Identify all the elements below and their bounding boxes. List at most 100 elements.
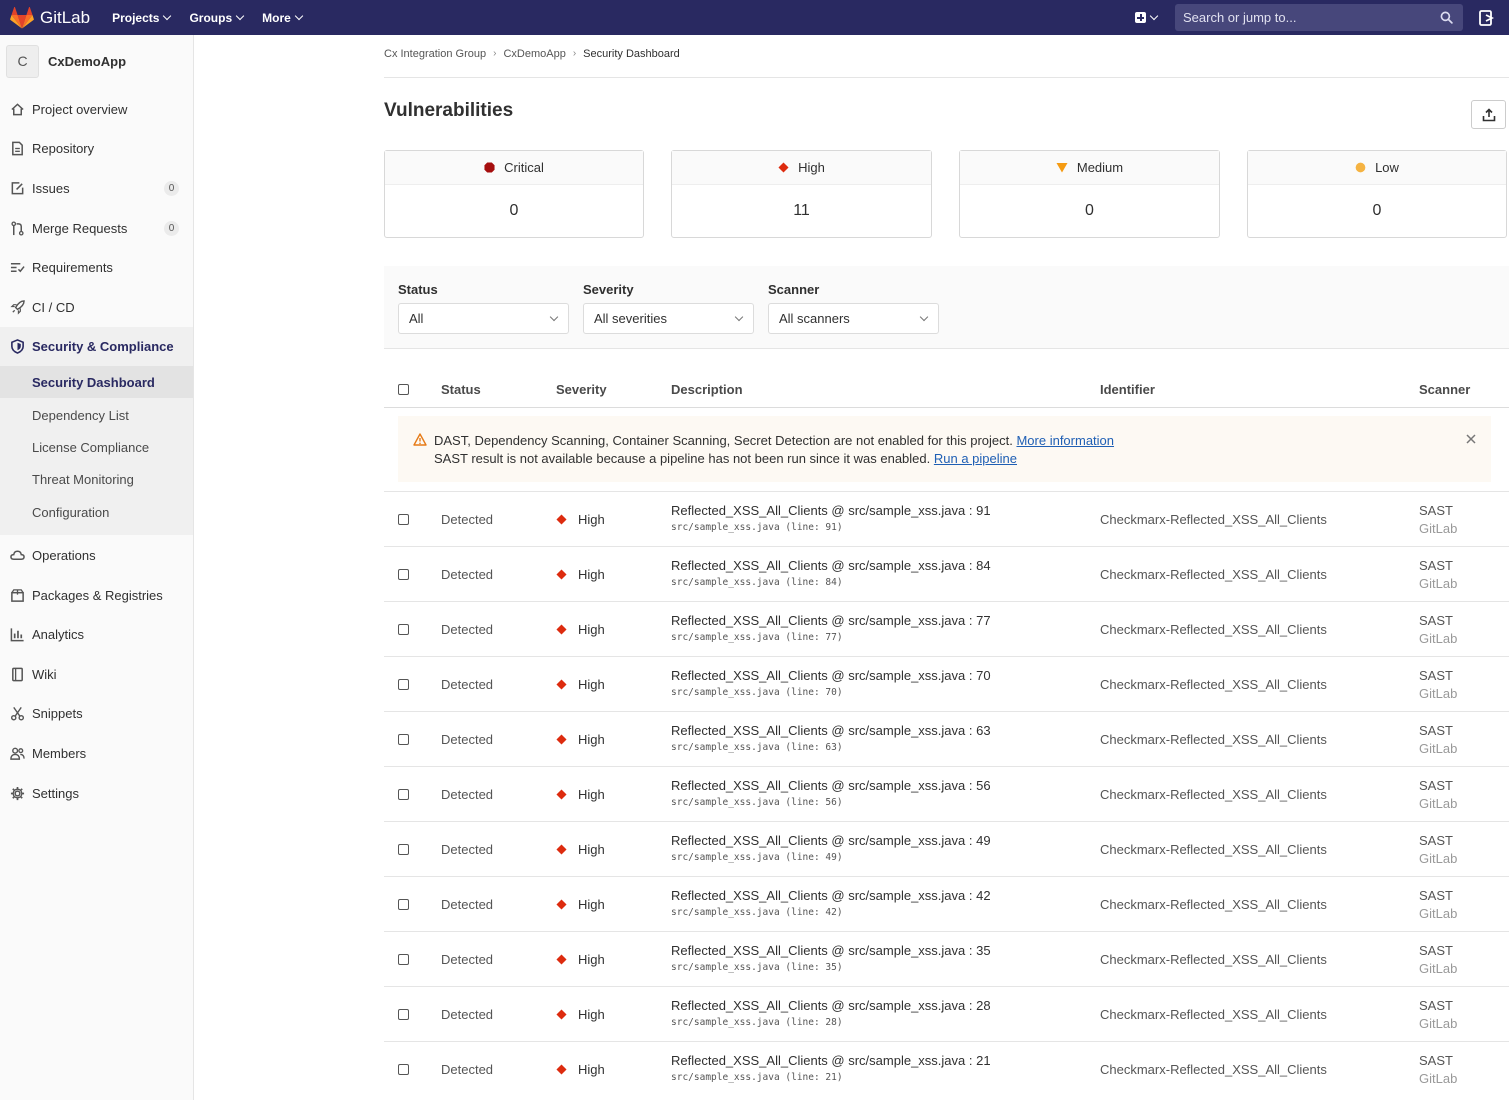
row-description-link[interactable]: Reflected_XSS_All_Clients @ src/sample_x… xyxy=(671,1053,991,1068)
more-information-link[interactable]: More information xyxy=(1016,433,1114,448)
sidebar-item-requirements[interactable]: Requirements xyxy=(0,249,193,285)
medium-severity-icon xyxy=(1056,163,1068,173)
requirements-icon xyxy=(10,262,25,272)
search-input[interactable] xyxy=(1183,10,1433,25)
breadcrumb-group[interactable]: Cx Integration Group xyxy=(384,48,486,60)
close-icon[interactable] xyxy=(1465,433,1477,445)
sidebar-item-label: Merge Requests xyxy=(32,220,128,236)
row-checkbox[interactable] xyxy=(398,624,409,635)
chevron-down-icon xyxy=(734,312,744,322)
sidebar-item-security-compliance[interactable]: Security & Compliance xyxy=(0,328,193,364)
row-description-link[interactable]: Reflected_XSS_All_Clients @ src/sample_x… xyxy=(671,503,991,518)
nav-more[interactable]: More xyxy=(262,11,304,25)
row-status: Detected xyxy=(441,897,494,912)
alert-text: SAST result is not available because a p… xyxy=(434,451,931,466)
sidebar-item-wiki[interactable]: Wiki xyxy=(0,656,193,692)
sidebar-item-ci-cd[interactable]: CI / CD xyxy=(0,289,193,325)
table-row[interactable]: Detected High Reflected_XSS_All_Clients @ … xyxy=(384,491,1509,546)
project-header[interactable]: C CxDemoApp xyxy=(0,35,193,87)
row-checkbox[interactable] xyxy=(398,899,409,910)
row-checkbox[interactable] xyxy=(398,1009,409,1020)
scanner-filter-dropdown[interactable]: All scanners xyxy=(768,303,939,334)
row-description-link[interactable]: Reflected_XSS_All_Clients @ src/sample_x… xyxy=(671,778,991,793)
table-row[interactable]: Detected High Reflected_XSS_All_Clients @ … xyxy=(384,601,1509,656)
row-description-link[interactable]: Reflected_XSS_All_Clients @ src/sample_x… xyxy=(671,833,991,848)
row-description-link[interactable]: Reflected_XSS_All_Clients @ src/sample_x… xyxy=(671,723,991,738)
row-severity-label: High xyxy=(578,952,605,967)
sidebar-item-settings[interactable]: Settings xyxy=(0,775,193,811)
doc-icon xyxy=(12,141,23,155)
issues-count-badge: 0 xyxy=(164,180,179,196)
row-checkbox[interactable] xyxy=(398,679,409,690)
nav-projects[interactable]: Projects xyxy=(112,11,172,25)
sidebar-item-label: Analytics xyxy=(32,626,85,642)
sidebar-item-issues[interactable]: Issues 0 xyxy=(0,170,193,206)
row-description-link[interactable]: Reflected_XSS_All_Clients @ src/sample_x… xyxy=(671,558,991,573)
table-row[interactable]: Detected High Reflected_XSS_All_Clients @ … xyxy=(384,986,1509,1041)
sidebar-item-snippets[interactable]: Snippets xyxy=(0,695,193,731)
chevron-down-icon xyxy=(549,312,559,322)
nav-groups[interactable]: Groups xyxy=(189,11,245,25)
sidebar-sub-configuration[interactable]: Configuration xyxy=(0,496,193,528)
users-icon xyxy=(10,747,25,760)
select-all-checkbox[interactable] xyxy=(398,384,409,395)
row-severity: High xyxy=(556,622,605,637)
breadcrumb-current[interactable]: Security Dashboard xyxy=(583,48,680,60)
row-description-link[interactable]: Reflected_XSS_All_Clients @ src/sample_x… xyxy=(671,943,991,958)
severity-filter-dropdown[interactable]: All severities xyxy=(583,303,754,334)
sidebar-item-merge-requests[interactable]: Merge Requests 0 xyxy=(0,210,193,246)
row-checkbox[interactable] xyxy=(398,789,409,800)
row-checkbox[interactable] xyxy=(398,1064,409,1075)
table-row[interactable]: Detected High Reflected_XSS_All_Clients @ … xyxy=(384,1041,1509,1096)
filter-label: Severity xyxy=(583,282,634,297)
breadcrumb-project[interactable]: CxDemoApp xyxy=(503,48,565,60)
sidebar-sub-dependency-list[interactable]: Dependency List xyxy=(0,399,193,431)
sidebar-item-label: Packages & Registries xyxy=(32,587,163,603)
row-checkbox[interactable] xyxy=(398,569,409,580)
row-checkbox[interactable] xyxy=(398,954,409,965)
table-row[interactable]: Detected High Reflected_XSS_All_Clients @ … xyxy=(384,876,1509,931)
run-pipeline-link[interactable]: Run a pipeline xyxy=(934,451,1017,466)
table-row[interactable]: Detected High Reflected_XSS_All_Clients @ … xyxy=(384,766,1509,821)
row-scanner-vendor: GitLab xyxy=(1419,576,1458,591)
sidebar-item-repository[interactable]: Repository xyxy=(0,130,193,166)
row-checkbox[interactable] xyxy=(398,844,409,855)
sidebar-item-members[interactable]: Members xyxy=(0,735,193,771)
sidebar-item-operations[interactable]: Operations xyxy=(0,537,193,573)
table-row[interactable]: Detected High Reflected_XSS_All_Clients @ … xyxy=(384,711,1509,766)
export-button[interactable] xyxy=(1471,100,1506,129)
gitlab-logo[interactable]: GitLab xyxy=(10,0,90,35)
table-row[interactable]: Detected High Reflected_XSS_All_Clients @ … xyxy=(384,546,1509,601)
table-header: Status Severity Description Identifier S… xyxy=(384,372,1509,408)
status-filter-dropdown[interactable]: All xyxy=(398,303,569,334)
row-description-link[interactable]: Reflected_XSS_All_Clients @ src/sample_x… xyxy=(671,888,991,903)
row-scanner: SAST xyxy=(1419,1053,1453,1068)
row-identifier: Checkmarx-Reflected_XSS_All_Clients xyxy=(1100,1062,1327,1077)
row-severity: High xyxy=(556,842,605,857)
table-row[interactable]: Detected High Reflected_XSS_All_Clients @ … xyxy=(384,931,1509,986)
sidebar-sub-security-dashboard[interactable]: Security Dashboard xyxy=(0,366,193,398)
table-row[interactable]: Detected High Reflected_XSS_All_Clients @ … xyxy=(384,656,1509,711)
sidebar-item-label: Project overview xyxy=(32,101,128,117)
new-dropdown-button[interactable] xyxy=(1135,11,1159,23)
row-status: Detected xyxy=(441,1062,494,1077)
todo-icon[interactable] xyxy=(1477,8,1497,28)
severity-card-medium: Medium 0 xyxy=(959,150,1220,238)
row-scanner: SAST xyxy=(1419,943,1453,958)
severity-count: 0 xyxy=(1372,202,1382,219)
search-icon[interactable] xyxy=(1440,11,1453,24)
sidebar-sub-threat-monitoring[interactable]: Threat Monitoring xyxy=(0,463,193,495)
sidebar-item-project-overview[interactable]: Project overview xyxy=(0,91,193,127)
column-header-description: Description xyxy=(671,382,743,397)
sidebar-item-packages-registries[interactable]: Packages & Registries xyxy=(0,577,193,613)
sidebar-item-analytics[interactable]: Analytics xyxy=(0,616,193,652)
row-status: Detected xyxy=(441,1007,494,1022)
row-description-link[interactable]: Reflected_XSS_All_Clients @ src/sample_x… xyxy=(671,613,991,628)
sidebar-sub-license-compliance[interactable]: License Compliance xyxy=(0,431,193,463)
row-location: src/sample_xss.java (line: 56) xyxy=(671,797,843,808)
row-checkbox[interactable] xyxy=(398,734,409,745)
row-checkbox[interactable] xyxy=(398,514,409,525)
row-description-link[interactable]: Reflected_XSS_All_Clients @ src/sample_x… xyxy=(671,668,991,683)
row-description-link[interactable]: Reflected_XSS_All_Clients @ src/sample_x… xyxy=(671,998,991,1013)
table-row[interactable]: Detected High Reflected_XSS_All_Clients @ … xyxy=(384,821,1509,876)
